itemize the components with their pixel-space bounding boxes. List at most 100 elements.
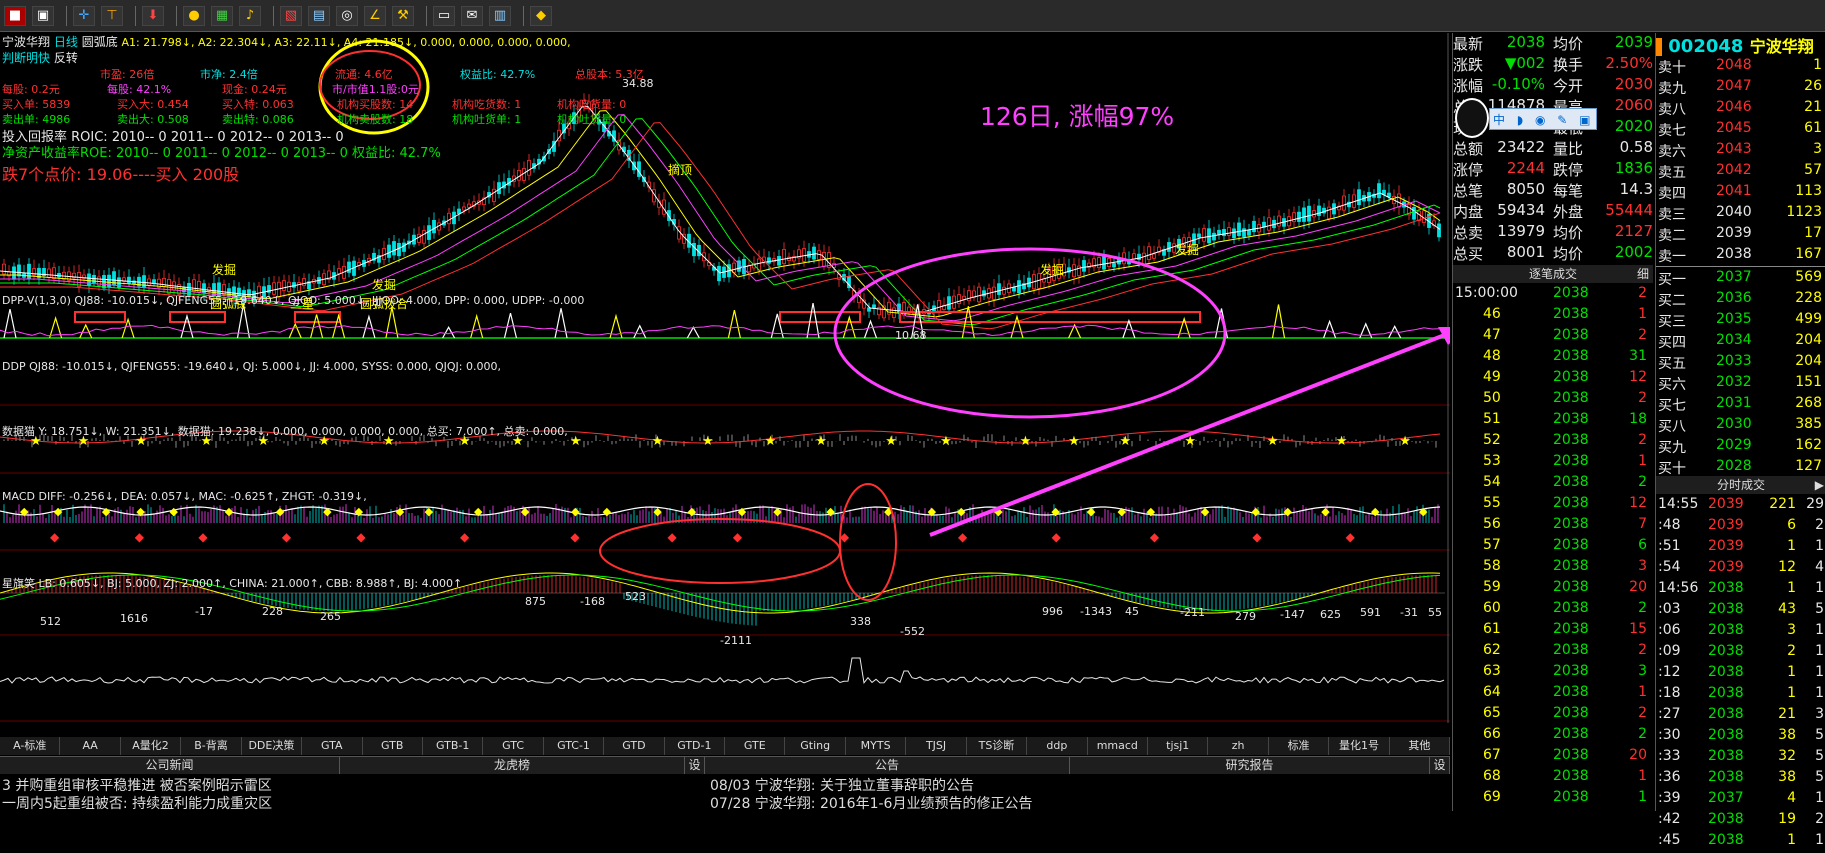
order-level[interactable]: 买四 2034 204 [1656, 332, 1825, 353]
cat-diamond: ◆ [1087, 505, 1096, 518]
order-level[interactable]: 买七 2031 268 [1656, 395, 1825, 416]
star-line [0, 657, 1445, 685]
window-icon[interactable]: ▣ [32, 5, 54, 26]
indicator-tab[interactable]: 其他 [1390, 737, 1451, 755]
tick-time: 67 [1483, 747, 1501, 763]
order-level[interactable]: 卖六 2043 3 [1656, 141, 1825, 162]
crosshair-icon[interactable]: ✛ [73, 5, 95, 26]
announcement-item[interactable]: 07/28 宁波华翔: 2016年1-6月业绩预告的修正公告 [710, 793, 1032, 813]
news-item[interactable]: 3 并购重组审核平稳推进 被否案例昭示雷区 [2, 775, 272, 795]
ind3-label: 数据猫 Y: 18.751↓, W: 21.351↓, 数据猫: 19.238↓… [2, 425, 568, 438]
drawing-line-icon[interactable]: ∠ [364, 5, 386, 26]
pattern-icon[interactable]: ▧ [280, 5, 302, 26]
indicator-tab[interactable]: mmacd [1088, 737, 1149, 755]
order-level[interactable]: 买九 2029 162 [1656, 437, 1825, 458]
diamond-icon[interactable]: ◆ [530, 5, 552, 26]
announcement-item[interactable]: 08/03 宁波华翔: 关于独立董事辞职的公告 [710, 775, 974, 795]
news-settings-right[interactable]: 设 [1430, 757, 1450, 774]
roe-line: 净资产收益率ROE: 2010-- 0 2011-- 0 2012-- 0 20… [2, 146, 441, 161]
tools-icon[interactable]: ⚒ [392, 5, 414, 26]
indicator-tab[interactable]: GTB-1 [423, 737, 484, 755]
traffic-light-icon[interactable]: ● [183, 5, 205, 26]
indicator-tab[interactable]: zh [1208, 737, 1269, 755]
indicator-tab[interactable]: GTE [725, 737, 786, 755]
minute-time: :27 [1658, 706, 1681, 722]
stat-sell-large: 卖出大: 0.508 [117, 113, 189, 126]
period-label[interactable]: 日线 [54, 35, 78, 49]
tab-company-news[interactable]: 公司新闻 [0, 757, 340, 774]
candle [777, 256, 781, 266]
order-level[interactable]: 买八 2030 385 [1656, 416, 1825, 437]
indicator-tab[interactable]: A量化2 [121, 737, 182, 755]
order-level[interactable]: 卖七 2045 61 [1656, 120, 1825, 141]
level-label: 卖一 [1658, 249, 1686, 265]
cat-marker: ◆ [1346, 530, 1356, 544]
alarm-bell-icon[interactable]: ♪ [239, 5, 261, 26]
tab-research[interactable]: 研究报告 [1070, 757, 1430, 774]
order-level[interactable]: 买二 2036 228 [1656, 290, 1825, 311]
stop-icon[interactable]: ■ [4, 5, 26, 26]
order-level[interactable]: 卖五 2042 57 [1656, 162, 1825, 183]
indicator-tab[interactable]: GTB [363, 737, 423, 755]
indicator-tab[interactable]: tjsj1 [1148, 737, 1209, 755]
indicator-tab[interactable]: B-背离 [181, 737, 242, 755]
ddp-star: ★ [1020, 434, 1032, 449]
indicator-tab[interactable]: ddp [1027, 737, 1088, 755]
order-level[interactable]: 卖九 2047 26 [1656, 78, 1825, 99]
order-level[interactable]: 买一 2037 569 [1656, 269, 1825, 290]
tick-detail-toggle[interactable]: 细 [1637, 265, 1649, 283]
tick-row: 57 2038 6 [1453, 537, 1653, 558]
order-level[interactable]: 买六 2032 151 [1656, 374, 1825, 395]
order-level[interactable]: 卖二 2039 17 [1656, 225, 1825, 246]
level-label: 卖四 [1658, 186, 1686, 202]
indicator-tab[interactable]: DDE决策 [242, 737, 303, 755]
order-level[interactable]: 卖三 2040 1123 [1656, 204, 1825, 225]
minute-panel-expand-icon[interactable]: ▶ [1815, 476, 1824, 494]
news-settings-left[interactable]: 设 [685, 757, 705, 774]
indicator-tab[interactable]: GTA [302, 737, 363, 755]
candle [142, 275, 146, 288]
minute-tick-row: 14:56 2038 1 1 [1656, 580, 1825, 601]
doc-icon[interactable]: ▭ [433, 5, 455, 26]
indicator-tab[interactable]: A-标准 [0, 737, 61, 755]
order-level[interactable]: 买三 2035 499 [1656, 311, 1825, 332]
candle [422, 230, 426, 244]
tick-price: 2038 [1553, 369, 1589, 385]
indicator-tab[interactable]: TJSJ [906, 737, 967, 755]
minute-tick-row: :48 2039 6 2 [1656, 517, 1825, 538]
indicator-tab[interactable]: GTD [604, 737, 665, 755]
image-icon[interactable]: ▤ [308, 5, 330, 26]
indicator-tab[interactable]: GTD-1 [665, 737, 726, 755]
order-level[interactable]: 卖十 2048 1 [1656, 57, 1825, 78]
minute-tick-row: :18 2038 1 1 [1656, 685, 1825, 706]
chart-grid-icon[interactable]: ▦ [211, 5, 233, 26]
order-level[interactable]: 卖八 2046 21 [1656, 99, 1825, 120]
qq-icon-widget[interactable]: 中 ◗ ◉ ✎ ▣ [1455, 98, 1599, 138]
indicator-tab[interactable]: GTC-1 [544, 737, 605, 755]
macd-value-label: 45 [1125, 605, 1139, 618]
tab-dragon-tiger[interactable]: 龙虎榜 [340, 757, 685, 774]
bar-icon[interactable]: ▥ [489, 5, 511, 26]
indicator-tab[interactable]: MYTS [846, 737, 907, 755]
pin-icon[interactable]: ⊤ [101, 5, 123, 26]
kline-chart-area[interactable]: ★ ★ ★ ★ ★ ★ ★ ★ ★ ★ ★ ★ ★ ★ ★ ★ ★ ★ ★ ★ ★ ★ ★ ◆ ◆ ◆ ◆ ◆ ◆ ◆ ◆ ◆ ◆ ◆ ◆ ◆ ◆ ◆ ◆… [0, 33, 1450, 723]
indicator-tab[interactable]: GTC [483, 737, 544, 755]
note-icon[interactable]: ✉ [461, 5, 483, 26]
order-level[interactable]: 卖四 2041 113 [1656, 183, 1825, 204]
indicator-tab[interactable]: TS诊断 [967, 737, 1028, 755]
level-label: 卖七 [1658, 123, 1686, 139]
indicator-tab[interactable]: Gting [785, 737, 846, 755]
arrow-down-icon[interactable]: ⬇ [142, 5, 164, 26]
order-level[interactable]: 买五 2033 204 [1656, 353, 1825, 374]
order-level[interactable]: 卖一 2038 167 [1656, 246, 1825, 267]
target-icon[interactable]: ◎ [336, 5, 358, 26]
indicator-tab[interactable]: AA [60, 737, 121, 755]
candle [637, 161, 641, 177]
tab-announcements[interactable]: 公告 [705, 757, 1070, 774]
minute-volume: 43 [1778, 601, 1796, 617]
low-price-label: 10.68 [895, 329, 927, 342]
candle [1382, 189, 1386, 195]
indicator-tab[interactable]: 标准 [1269, 737, 1330, 755]
indicator-tab[interactable]: 量化1号 [1329, 737, 1390, 755]
news-item[interactable]: 一周内5起重组被否: 持续盈利能力成重灾区 [2, 793, 272, 813]
